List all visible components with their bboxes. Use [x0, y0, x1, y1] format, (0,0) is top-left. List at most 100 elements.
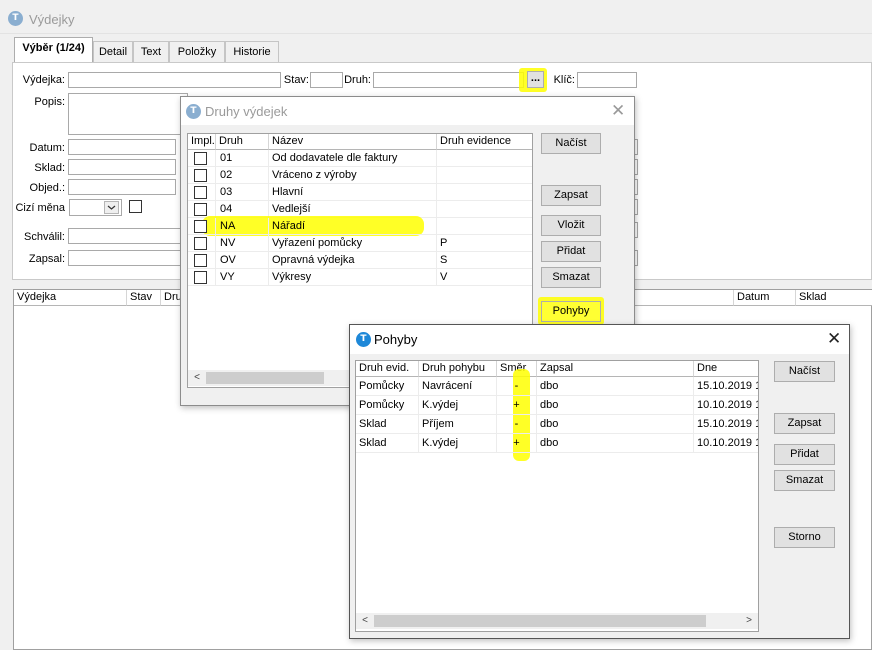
klic-input[interactable] [577, 72, 637, 88]
tab-detail[interactable]: Detail [93, 41, 133, 63]
druhy-vlozit-button[interactable]: Vložit [541, 215, 601, 236]
pohyby-storno-button[interactable]: Storno [774, 527, 835, 548]
impl-checkbox[interactable] [194, 237, 207, 250]
close-icon[interactable]: ✕ [827, 331, 841, 348]
druhy-row[interactable]: 03 Hlavní [188, 184, 532, 201]
label-vydejka: Výdejka: [22, 74, 65, 86]
druhy-pohyby-button[interactable]: Pohyby [541, 301, 601, 322]
pohyby-cell-dne: 10.10.2019 1 [694, 396, 758, 415]
pohyby-smazat-button[interactable]: Smazat [774, 470, 835, 491]
pohyby-nacist-button[interactable]: Načíst [774, 361, 835, 382]
druhy-row[interactable]: NVVyřazení pomůckyP( [188, 235, 532, 252]
app-icon: T [356, 332, 371, 347]
druhy-cell-extra [529, 150, 532, 167]
pohyby-horizontal-scrollbar[interactable]: < > [356, 613, 758, 629]
druhy-cell-druh: NA [216, 218, 269, 235]
pohyby-pridat-button[interactable]: Přidat [774, 444, 835, 465]
druhy-row[interactable]: 01 Od dodavatele dle faktury [188, 150, 532, 167]
druhy-cell-druh: 01 [216, 150, 269, 167]
pohyby-cell-pohyb: Navrácení [419, 377, 497, 396]
druhy-row[interactable]: VYVýkresyV' [188, 269, 532, 286]
druhy-col-druh[interactable]: Druh [216, 134, 269, 150]
druhy-cell-extra: ( [529, 235, 532, 252]
close-icon[interactable]: ✕ [611, 103, 625, 120]
stav-input[interactable] [310, 72, 343, 88]
list-header-sklad[interactable]: Sklad [796, 290, 872, 306]
druhy-row[interactable]: NA Nářadí [188, 216, 532, 236]
druhy-col-evidence[interactable]: Druh evidence [437, 134, 532, 150]
impl-checkbox[interactable] [194, 220, 207, 233]
pohyby-col-dne[interactable]: Dne [694, 361, 758, 377]
impl-checkbox[interactable] [194, 186, 207, 199]
pohyby-col-zapsal[interactable]: Zapsal [537, 361, 694, 377]
druhy-row[interactable]: 02 Vráceno z výroby [188, 167, 532, 184]
druhy-cell-nazev: Vyřazení pomůcky [269, 235, 437, 252]
tab-polozky[interactable]: Položky [169, 41, 225, 63]
pohyby-grid[interactable]: Druh evid. Druh pohybu Směr Zapsal Dne P… [355, 360, 759, 632]
druhy-row[interactable]: OVOpravná výdejkaSI [188, 252, 532, 269]
list-header-vydejka[interactable]: Výdejka [14, 290, 127, 306]
scroll-left-icon[interactable]: < [358, 613, 372, 629]
impl-checkbox[interactable] [194, 271, 207, 284]
druhy-cell-druh: 02 [216, 167, 269, 184]
pohyby-row[interactable]: Pomůcky K.výdej + dbo 10.10.2019 1 [356, 396, 758, 415]
pohyby-row[interactable]: Sklad Příjem - dbo 15.10.2019 1 [356, 415, 758, 434]
pohyby-dialog-title-bar: T Pohyby ✕ [350, 325, 849, 354]
pohyby-cell-dne: 15.10.2019 1 [694, 415, 758, 434]
impl-checkbox[interactable] [194, 152, 207, 165]
pohyby-dialog: T Pohyby ✕ Druh evid. Druh pohybu Směr Z… [349, 324, 850, 639]
scroll-right-icon[interactable]: > [742, 613, 756, 629]
pohyby-cell-zapsal: dbo [537, 396, 694, 415]
cizi-mena-select[interactable] [69, 199, 122, 216]
list-header-datum[interactable]: Datum [734, 290, 796, 306]
druhy-col-nazev[interactable]: Název [269, 134, 437, 150]
druhy-cell-impl [188, 184, 216, 201]
cizi-mena-checkbox[interactable] [129, 200, 142, 213]
scroll-thumb[interactable] [206, 372, 324, 384]
druhy-cell-evidence [437, 150, 532, 167]
pohyby-zapsat-button[interactable]: Zapsat [774, 413, 835, 434]
druh-browse-button[interactable]: ... [527, 71, 544, 88]
druhy-nacist-button[interactable]: Načíst [541, 133, 601, 154]
list-header-stav[interactable]: Stav [127, 290, 161, 306]
vydejka-input[interactable] [68, 72, 281, 88]
pohyby-dialog-title: Pohyby [374, 332, 418, 347]
pohyby-col-evid[interactable]: Druh evid. [356, 361, 419, 377]
druhy-zapsat-button[interactable]: Zapsat [541, 185, 601, 206]
popis-textarea[interactable] [68, 93, 188, 135]
tab-historie[interactable]: Historie [225, 41, 279, 63]
druhy-cell-impl [188, 167, 216, 184]
impl-checkbox[interactable] [194, 203, 207, 216]
impl-checkbox[interactable] [194, 254, 207, 267]
scroll-left-icon[interactable]: < [190, 370, 204, 386]
pohyby-cell-evid: Pomůcky [356, 377, 419, 396]
objed-input[interactable] [68, 179, 176, 195]
druhy-cell-impl [188, 150, 216, 167]
druhy-cell-evidence [437, 167, 532, 184]
datum-input[interactable] [68, 139, 176, 155]
sklad-input[interactable] [68, 159, 176, 175]
label-cizi-mena: Cizí měna [15, 202, 65, 214]
pohyby-col-pohyb[interactable]: Druh pohybu [419, 361, 497, 377]
druhy-cell-nazev: Hlavní [269, 184, 437, 201]
druhy-col-impl[interactable]: Impl. [188, 134, 216, 150]
pohyby-row[interactable]: Sklad K.výdej + dbo 10.10.2019 1 [356, 434, 758, 453]
zapsal-input[interactable] [68, 250, 186, 266]
druhy-smazat-button[interactable]: Smazat [541, 267, 601, 288]
druh-input[interactable] [373, 72, 524, 88]
impl-checkbox[interactable] [194, 169, 207, 182]
pohyby-cell-smer: - [497, 415, 537, 434]
scroll-thumb[interactable] [374, 615, 706, 627]
druhy-cell-nazev: Od dodavatele dle faktury [269, 150, 437, 167]
druhy-cell-extra [529, 184, 532, 201]
schvalil-input[interactable] [68, 228, 186, 244]
tab-text[interactable]: Text [133, 41, 169, 63]
tab-vyber[interactable]: Výběr (1/24) [14, 37, 93, 62]
druhy-cell-evidence: V [437, 269, 532, 286]
label-schvalil: Schválil: [24, 231, 65, 243]
pohyby-cell-smer: + [497, 434, 537, 453]
pohyby-rows: Pomůcky Navrácení - dbo 15.10.2019 1 Pomůcky K… [356, 377, 758, 477]
list-header-blank [634, 290, 734, 306]
druhy-pridat-button[interactable]: Přidat [541, 241, 601, 262]
pohyby-row[interactable]: Pomůcky Navrácení - dbo 15.10.2019 1 [356, 377, 758, 396]
